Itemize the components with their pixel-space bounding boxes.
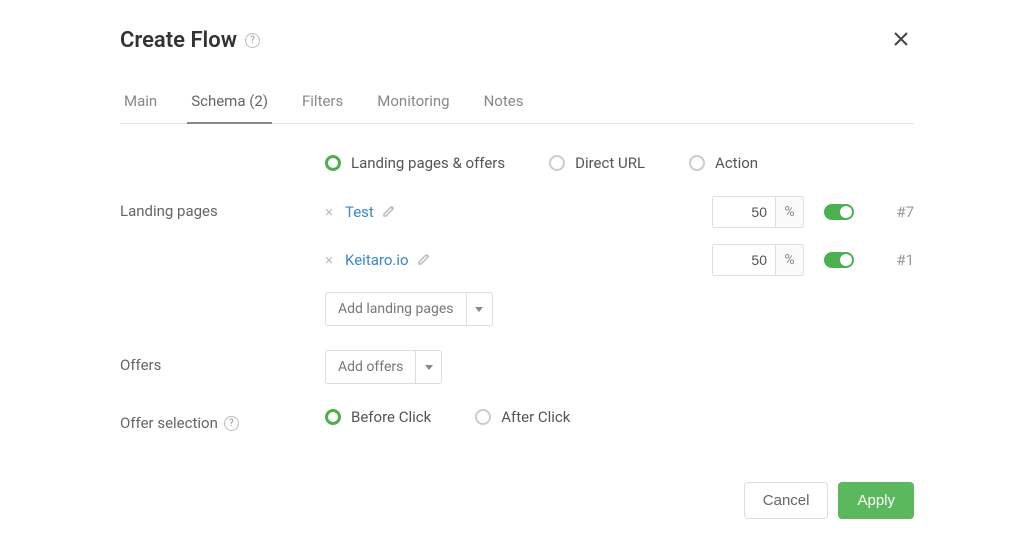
tab-notes[interactable]: Notes [480, 84, 528, 124]
tab-filters[interactable]: Filters [298, 84, 347, 124]
radio-circle-icon [325, 155, 341, 171]
radio-direct-url[interactable]: Direct URL [549, 154, 645, 172]
schema-type-radio-group: Landing pages & offers Direct URL Action [325, 154, 914, 172]
schema-type-row: Landing pages & offers Direct URL Action [120, 154, 914, 172]
landing-page-link[interactable]: Test [345, 203, 374, 221]
caret-down-icon [425, 365, 433, 370]
radio-before-click[interactable]: Before Click [325, 408, 431, 426]
add-button-label: Add offers [326, 351, 415, 383]
tab-monitoring[interactable]: Monitoring [373, 84, 453, 124]
add-landing-pages-button[interactable]: Add landing pages [325, 292, 493, 326]
create-flow-modal: Create Flow ? Main Schema (2) Filters Mo… [0, 0, 1024, 543]
percent-label: % [775, 197, 803, 227]
pencil-icon [382, 204, 396, 218]
remove-button[interactable]: × [325, 203, 345, 221]
percent-label: % [775, 245, 803, 275]
item-id-label: #7 [874, 203, 914, 221]
pencil-icon [417, 252, 431, 266]
edit-button[interactable] [382, 203, 396, 222]
tab-bar: Main Schema (2) Filters Monitoring Notes [120, 84, 914, 124]
offer-selection-row: Offer selection ? Before Click After Cli… [120, 408, 914, 432]
offers-label: Offers [120, 350, 325, 374]
weight-input[interactable] [713, 245, 775, 275]
dropdown-caret[interactable] [415, 351, 441, 383]
tab-schema[interactable]: Schema (2) [187, 84, 272, 124]
landing-pages-row: Landing pages × Test % #7 × [120, 196, 914, 326]
offers-row: Offers Add offers [120, 350, 914, 384]
radio-label: Action [715, 154, 758, 172]
offer-selection-label: Offer selection [120, 414, 218, 432]
radio-circle-icon [325, 409, 341, 425]
modal-title: Create Flow [120, 28, 237, 53]
radio-circle-icon [689, 155, 705, 171]
edit-button[interactable] [417, 251, 431, 270]
weight-input[interactable] [713, 197, 775, 227]
enable-toggle[interactable] [824, 204, 854, 220]
radio-action[interactable]: Action [689, 154, 758, 172]
help-icon[interactable]: ? [245, 33, 260, 48]
close-icon [892, 30, 910, 48]
caret-down-icon [475, 307, 483, 312]
radio-label: Direct URL [575, 154, 645, 172]
add-offers-button[interactable]: Add offers [325, 350, 442, 384]
landing-pages-label: Landing pages [120, 196, 325, 220]
radio-circle-icon [475, 409, 491, 425]
modal-header: Create Flow ? [120, 24, 914, 56]
apply-button[interactable]: Apply [838, 482, 914, 519]
landing-page-item: × Test % #7 [325, 196, 914, 228]
add-button-label: Add landing pages [326, 293, 466, 325]
landing-page-link[interactable]: Keitaro.io [345, 251, 409, 269]
landing-page-item: × Keitaro.io % #1 [325, 244, 914, 276]
radio-label: After Click [501, 408, 570, 426]
remove-button[interactable]: × [325, 251, 345, 269]
item-id-label: #1 [874, 251, 914, 269]
radio-label: Landing pages & offers [351, 154, 505, 172]
close-button[interactable] [888, 24, 914, 56]
radio-circle-icon [549, 155, 565, 171]
enable-toggle[interactable] [824, 252, 854, 268]
weight-input-group: % [712, 244, 804, 276]
tab-main[interactable]: Main [120, 84, 161, 124]
dropdown-caret[interactable] [466, 293, 492, 325]
help-icon[interactable]: ? [224, 416, 239, 431]
cancel-button[interactable]: Cancel [744, 482, 829, 519]
radio-label: Before Click [351, 408, 431, 426]
weight-input-group: % [712, 196, 804, 228]
modal-footer: Cancel Apply [120, 482, 914, 519]
radio-landing-offers[interactable]: Landing pages & offers [325, 154, 505, 172]
radio-after-click[interactable]: After Click [475, 408, 570, 426]
offer-selection-radio-group: Before Click After Click [325, 408, 914, 426]
